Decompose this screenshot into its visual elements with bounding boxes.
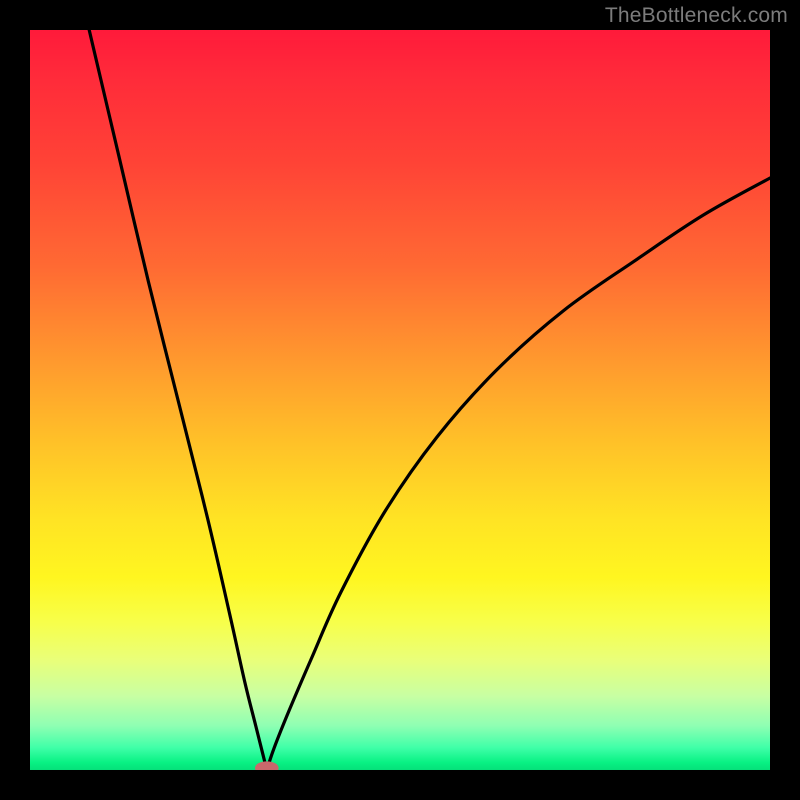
chart-frame: TheBottleneck.com bbox=[0, 0, 800, 800]
curve-left-branch bbox=[89, 30, 267, 770]
plot-area bbox=[30, 30, 770, 770]
vertex-marker bbox=[255, 761, 279, 770]
chart-svg bbox=[30, 30, 770, 770]
attribution-text: TheBottleneck.com bbox=[605, 4, 788, 28]
curve-right-branch bbox=[267, 178, 770, 770]
